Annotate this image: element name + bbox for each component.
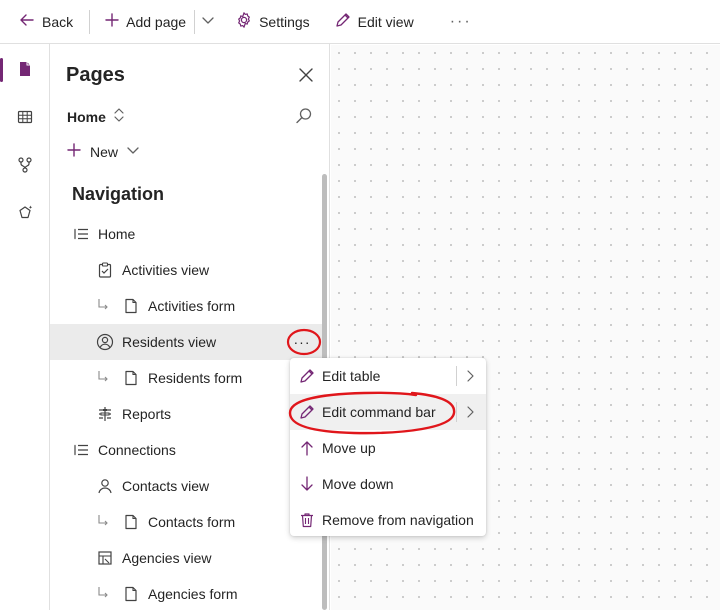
navigation-tree: Home Activities view Activities form Res…	[50, 216, 322, 610]
nav-item-residents-form[interactable]: Residents form	[50, 360, 322, 396]
menu-item-label: Move down	[322, 476, 394, 492]
sub-item-arrow-icon	[96, 586, 110, 603]
list-icon	[72, 225, 90, 243]
nav-item-label: Home	[98, 226, 136, 242]
sub-item-arrow-icon	[96, 370, 110, 387]
panel-title: Pages	[66, 64, 125, 86]
settings-label: Settings	[259, 13, 310, 30]
form-icon	[122, 369, 140, 387]
clipboard-icon	[96, 261, 114, 279]
menu-item-label: Remove from navigation	[322, 512, 474, 528]
form-icon	[122, 297, 140, 315]
search-icon	[294, 108, 314, 129]
left-rail	[0, 44, 50, 610]
nav-item-label: Residents form	[148, 370, 243, 386]
back-button[interactable]: Back	[0, 0, 83, 44]
rail-automation-button[interactable]	[0, 142, 50, 190]
close-panel-button[interactable]	[294, 64, 318, 88]
flow-icon	[16, 156, 34, 177]
rail-data-button[interactable]	[0, 94, 50, 142]
agency-icon	[96, 549, 114, 567]
form-icon	[122, 585, 140, 603]
rail-pages-button[interactable]	[0, 46, 50, 94]
add-page-label: Add page	[126, 13, 187, 30]
menu-item-remove-from-navigation[interactable]: Remove from navigation	[290, 502, 486, 538]
edit-view-label: Edit view	[357, 13, 414, 30]
chevron-down-icon	[126, 143, 140, 160]
sub-item-arrow-icon	[96, 298, 110, 315]
rail-ai-button[interactable]	[0, 190, 50, 238]
new-label: New	[90, 143, 119, 160]
nav-item-agencies-view[interactable]: Agencies view	[50, 540, 322, 576]
menu-item-label: Edit table	[322, 368, 381, 384]
nav-item-activities-view[interactable]: Activities view	[50, 252, 322, 288]
chevron-up-down-icon	[106, 106, 126, 127]
pencil-icon	[298, 367, 316, 385]
page-icon	[16, 60, 34, 81]
sub-item-arrow-icon	[96, 514, 110, 531]
nav-item-label: Connections	[98, 442, 176, 458]
back-label: Back	[42, 13, 74, 30]
gear-icon	[235, 11, 259, 32]
nav-item-label: Activities view	[122, 262, 210, 278]
menu-item-label: Move up	[322, 440, 376, 456]
search-button[interactable]	[294, 106, 316, 128]
nav-item-label: Agencies view	[122, 550, 212, 566]
chevron-down-icon	[201, 13, 221, 30]
nav-item-agencies-form[interactable]: Agencies form	[50, 576, 322, 610]
menu-item-edit-command-bar[interactable]: Edit command bar	[290, 394, 486, 430]
new-button[interactable]: New	[66, 142, 140, 161]
arrow-down-icon	[298, 475, 316, 493]
arrow-up-icon	[298, 439, 316, 457]
ai-icon	[16, 204, 34, 225]
nav-item-residents-view[interactable]: Residents view ···	[50, 324, 322, 360]
nav-item-contacts-view[interactable]: Contacts view	[50, 468, 322, 504]
chevron-right-icon[interactable]	[456, 366, 475, 386]
nav-item-reports[interactable]: Reports	[50, 396, 322, 432]
settings-button[interactable]: Settings	[227, 0, 320, 44]
table-icon	[16, 108, 34, 129]
form-icon	[122, 513, 140, 531]
nav-item-home[interactable]: Home	[50, 216, 322, 252]
page-selector-label: Home	[67, 108, 106, 125]
add-page-dropdown-button[interactable]	[195, 0, 227, 44]
trash-icon	[298, 511, 316, 529]
arrow-left-icon	[18, 11, 42, 32]
menu-item-label: Edit command bar	[322, 404, 436, 420]
list-icon	[72, 441, 90, 459]
person-circle-icon	[96, 333, 114, 351]
menu-item-edit-table[interactable]: Edit table	[290, 358, 486, 394]
edit-view-button[interactable]: Edit view	[320, 0, 424, 44]
plus-icon	[104, 12, 126, 31]
navigation-heading: Navigation	[72, 184, 165, 204]
page-selector[interactable]: Home	[67, 106, 126, 127]
nav-item-label: Residents view	[122, 334, 217, 350]
pencil-icon	[334, 11, 358, 32]
nav-item-label: Agencies form	[148, 586, 238, 602]
nav-item-label: Reports	[122, 406, 172, 422]
nav-item-label: Activities form	[148, 298, 236, 314]
pencil-icon	[298, 403, 316, 421]
menu-item-move-down[interactable]: Move down	[290, 466, 486, 502]
reports-icon	[96, 405, 114, 423]
person-icon	[96, 477, 114, 495]
close-icon	[299, 67, 313, 85]
nav-item-label: Contacts form	[148, 514, 236, 530]
more-options-button[interactable]: ···	[436, 0, 486, 44]
nav-item-connections[interactable]: Connections	[50, 432, 322, 468]
row-more-options-button[interactable]: ···	[288, 330, 316, 354]
menu-item-move-up[interactable]: Move up	[290, 430, 486, 466]
nav-item-activities-form[interactable]: Activities form	[50, 288, 322, 324]
chevron-right-icon[interactable]	[456, 402, 475, 422]
pages-panel: Pages Home New Navigation Home Activitie…	[50, 44, 330, 610]
command-bar: Back Add page Settings Edit view ···	[0, 0, 720, 44]
nav-item-contacts-form[interactable]: Contacts form	[50, 504, 322, 540]
plus-icon	[66, 142, 82, 161]
context-menu: Edit table Edit command bar Move up Move…	[290, 358, 486, 536]
add-page-button[interactable]: Add page	[90, 0, 194, 44]
nav-item-label: Contacts view	[122, 478, 210, 494]
